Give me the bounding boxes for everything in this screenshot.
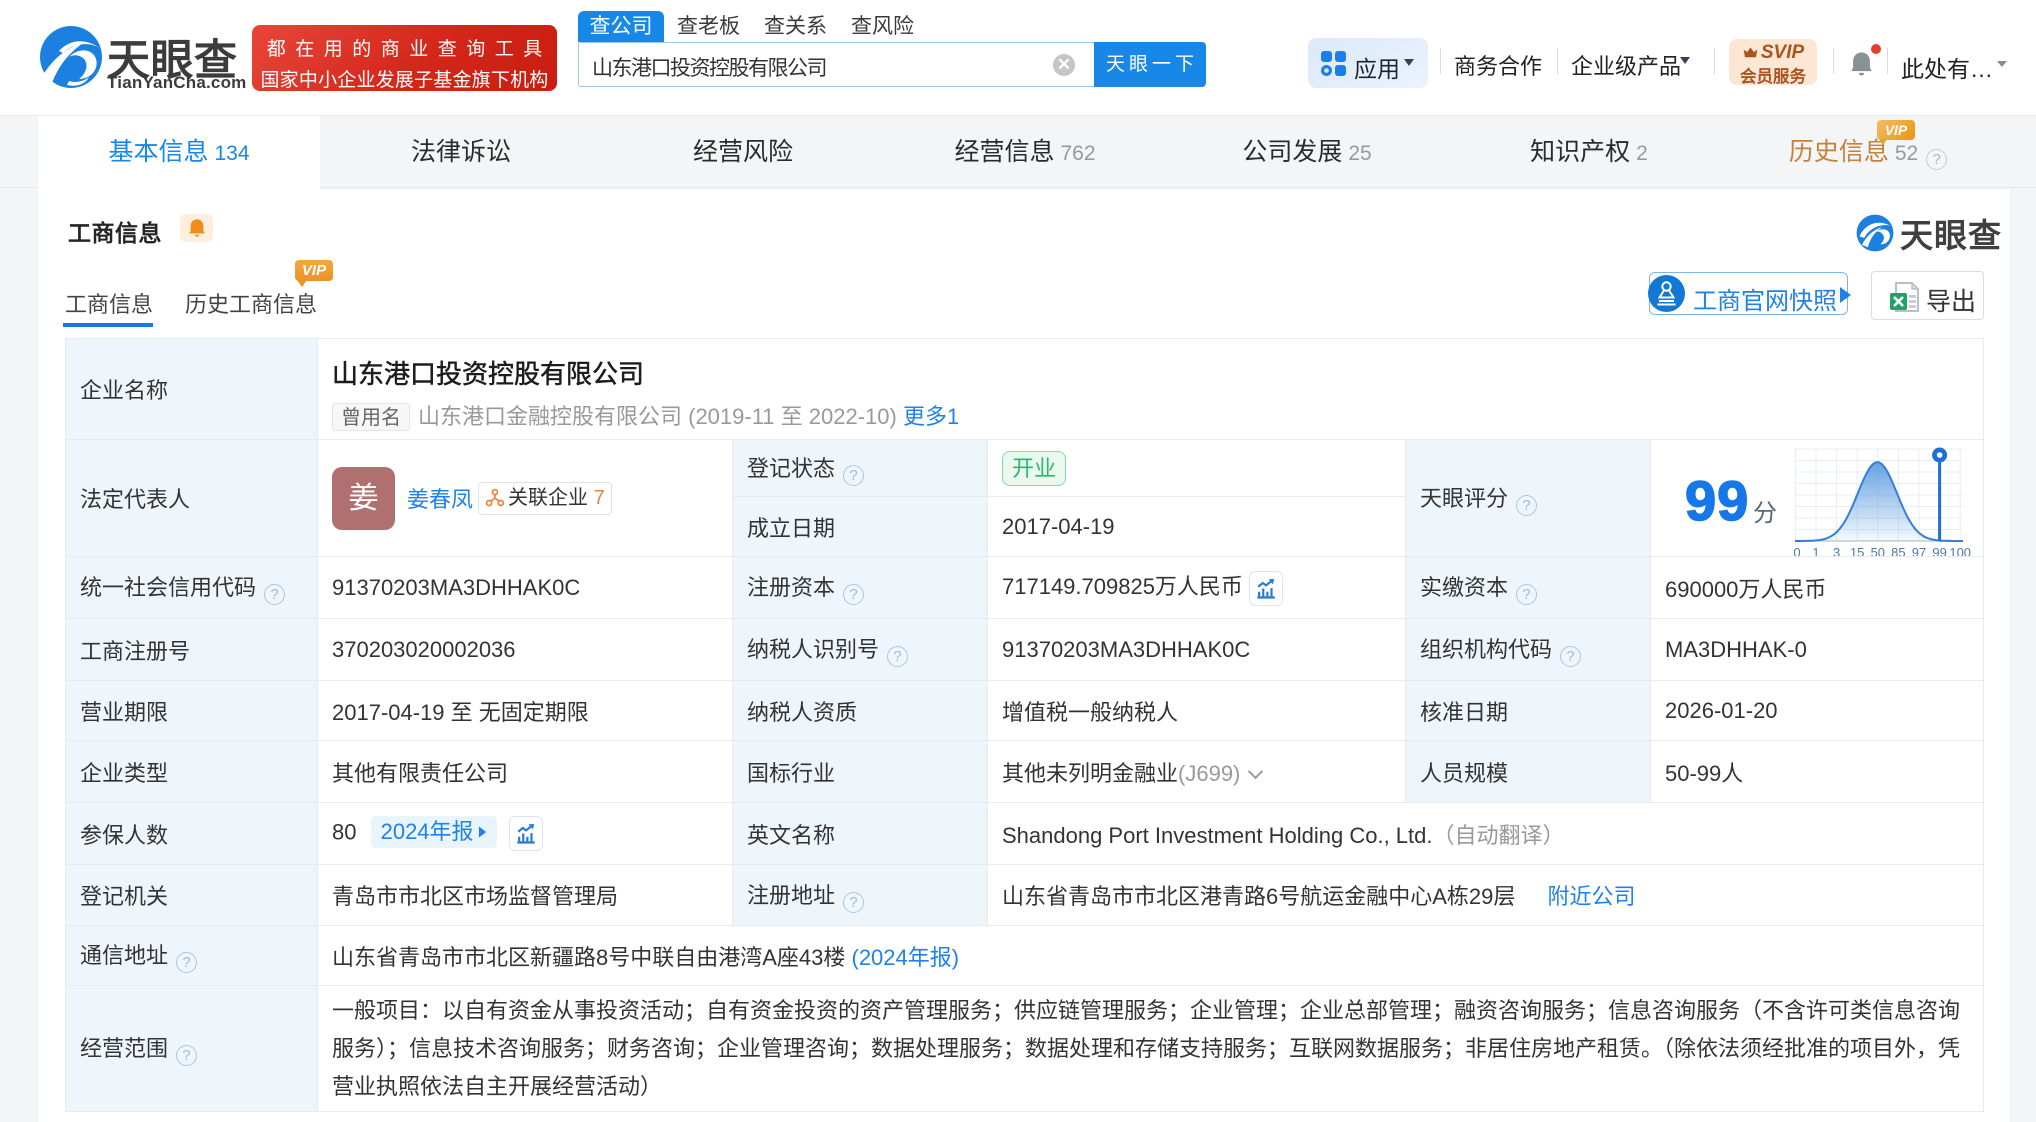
svg-text:15: 15	[1850, 545, 1864, 557]
svg-text:100: 100	[1949, 545, 1971, 557]
svg-text:1: 1	[1812, 545, 1819, 557]
svg-text:97: 97	[1912, 545, 1926, 557]
svg-text:85: 85	[1891, 545, 1905, 557]
svg-text:50: 50	[1871, 545, 1885, 557]
svg-text:0: 0	[1793, 545, 1800, 557]
svg-text:3: 3	[1833, 545, 1840, 557]
svg-text:99: 99	[1932, 545, 1946, 557]
